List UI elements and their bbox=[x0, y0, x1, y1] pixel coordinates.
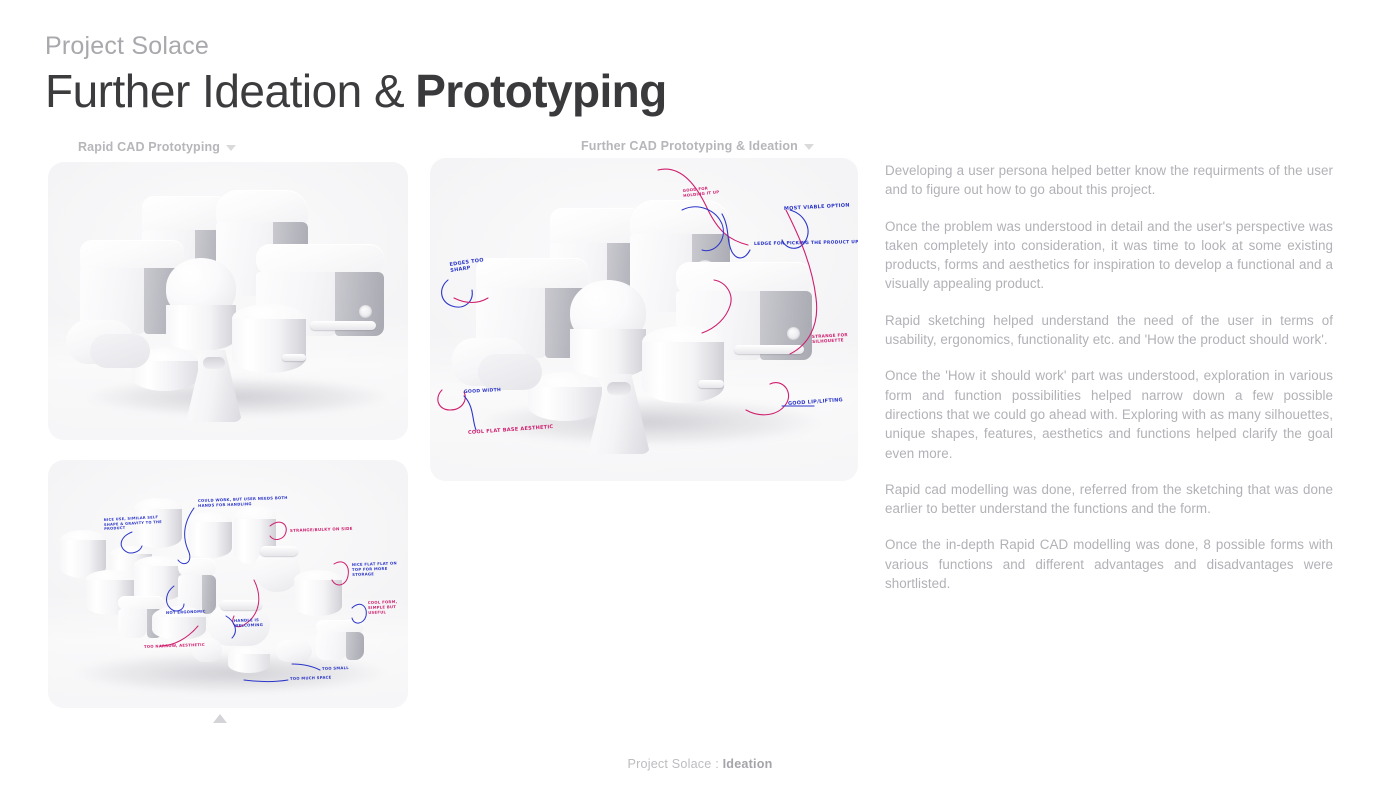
section-caption-rapid-cad[interactable]: Rapid CAD Prototyping bbox=[78, 140, 237, 154]
paragraph: Developing a user persona helped better … bbox=[885, 163, 1333, 198]
page-title-light: Further Ideation & bbox=[45, 65, 405, 117]
annotation-label: STRANGE/BULKY ON SIDE bbox=[289, 525, 353, 533]
cad-object-wedge bbox=[588, 374, 650, 454]
cad-render-panel-3[interactable]: COULD WORK, BUT USER NEEDS BOTH HANDS FO… bbox=[48, 460, 408, 708]
cad-object-pot bbox=[642, 326, 724, 412]
cad-object-cylinder bbox=[188, 512, 232, 564]
annotation-label: LEDGE FOR PICKING THE PRODUCT UP bbox=[753, 240, 858, 247]
paragraph: Rapid sketching helped understand the ne… bbox=[885, 312, 1333, 348]
presentation-slide: Project Solace Further Ideation & Protot… bbox=[0, 0, 1400, 788]
paragraph: Rapid cad modelling was done, referred f… bbox=[885, 481, 1333, 517]
paragraph: Once the in-depth Rapid CAD modelling wa… bbox=[885, 537, 1333, 592]
cad-render-panel-1[interactable] bbox=[48, 162, 408, 440]
triangle-down-icon[interactable] bbox=[803, 144, 814, 150]
footer-prefix: Project Solace : bbox=[627, 757, 723, 771]
cad-render-panel-2[interactable]: LEDGE FOR PICKING THE PRODUCT UP MOST VI… bbox=[430, 158, 858, 481]
project-eyebrow: Project Solace bbox=[45, 32, 209, 60]
cad-object-box bbox=[316, 620, 364, 660]
paragraph: Once the problem was understood in detai… bbox=[885, 218, 1333, 292]
cad-object-capsule bbox=[192, 638, 222, 662]
page-title: Further Ideation & Prototyping bbox=[45, 65, 667, 117]
description-text-column: Developing a user persona helped better … bbox=[885, 161, 1333, 593]
cad-object-pot bbox=[232, 304, 306, 382]
section-caption-further-cad[interactable]: Further CAD Prototyping & Ideation bbox=[581, 139, 814, 153]
section-caption-label: Rapid CAD Prototyping bbox=[78, 140, 221, 154]
triangle-up-icon[interactable] bbox=[213, 714, 227, 723]
cad-object-tray bbox=[478, 354, 542, 390]
page-footer: Project Solace : Ideation bbox=[0, 757, 1400, 771]
annotation-label: MOST VIABLE OPTION bbox=[783, 202, 850, 212]
annotation-label: GOOD FOR HOLDING IT UP bbox=[682, 185, 720, 198]
paragraph: Once the 'How it should work' part was u… bbox=[885, 368, 1333, 461]
page-header: Project Solace Further Ideation & Protot… bbox=[45, 32, 667, 117]
cad-object-handle bbox=[260, 546, 298, 556]
section-caption-label: Further CAD Prototyping & Ideation bbox=[581, 139, 798, 153]
cad-object-bowl bbox=[228, 646, 270, 676]
cad-object-tray bbox=[90, 334, 150, 368]
cad-object-wedge bbox=[186, 350, 242, 422]
cad-object-handle bbox=[220, 600, 262, 610]
annotation-label: NICE FLAT FLAT ON TOP FOR MORE STORAGE bbox=[351, 560, 397, 577]
cad-object-bowl bbox=[294, 570, 342, 622]
page-title-bold: Prototyping bbox=[415, 65, 667, 117]
cad-object-capsule bbox=[276, 640, 312, 662]
triangle-down-icon[interactable] bbox=[226, 145, 237, 151]
footer-emphasis: Ideation bbox=[722, 757, 773, 771]
